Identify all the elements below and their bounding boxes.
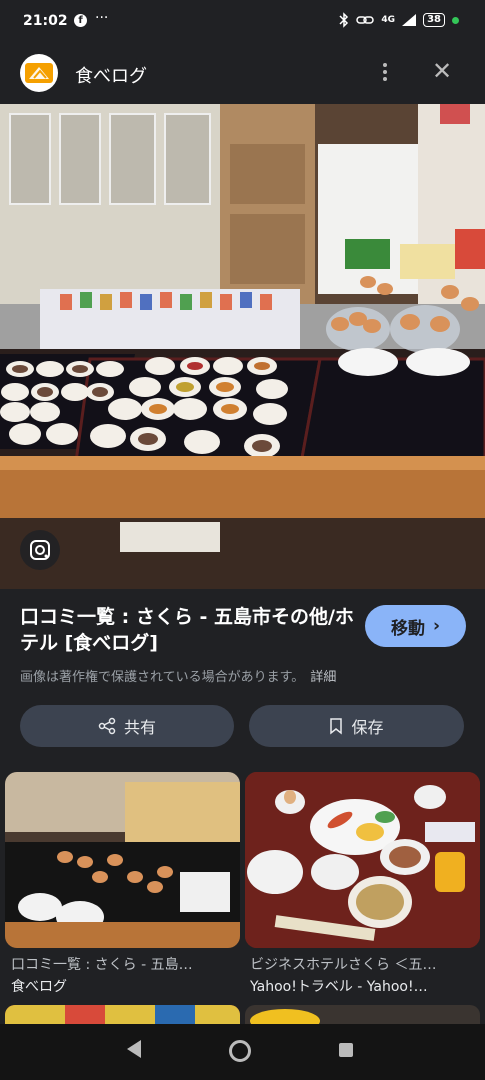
related-title-2[interactable]: ビジネスホテルさくら ＜五… [250,954,475,974]
related-title-1[interactable]: 口コミ一覧 : さくら - 五島… [11,954,236,974]
details-link[interactable]: 詳細 [310,670,336,685]
share-label: 共有 [123,718,156,737]
related-source-1: 食べログ [11,979,67,995]
signal-icon [402,14,417,26]
back-icon[interactable] [127,1040,141,1058]
status-icons: 4G 38 [339,12,459,28]
bluetooth-icon [339,12,349,28]
share-icon [98,717,116,735]
copyright-text: 画像は著作権で保護されている場合があります。 [20,670,305,685]
share-button[interactable]: 共有 [20,705,234,747]
bookmark-icon [330,718,343,735]
privacy-dot [452,16,459,24]
related-image-3[interactable] [5,1005,240,1025]
battery-icon: 38 [423,13,445,27]
result-title[interactable]: 口コミ一覧 : さくら - 五島市その他/ホテル [食べログ] [20,604,360,656]
site-title: 食べログ [75,66,147,87]
recent-apps-icon[interactable] [339,1043,353,1057]
close-icon[interactable]: ✕ [430,59,454,84]
related-image-1[interactable] [5,772,240,948]
copyright-notice: 画像は著作権で保護されている場合があります。 詳細 [20,666,336,685]
system-nav-bar [0,1024,485,1080]
site-logo [20,54,58,92]
related-image-2[interactable] [245,772,480,948]
status-more: ··· [95,10,109,26]
related-source-2: Yahoo!トラベル - Yahoo!… [250,979,428,995]
app-header: 食べログ ✕ [0,44,485,102]
link-icon [356,16,375,24]
google-lens-icon[interactable] [20,530,60,570]
chevron-right-icon: › [432,616,440,636]
status-bar: 21:02 f ··· 4G 38 [0,0,485,44]
more-options-icon[interactable] [376,60,394,84]
visit-button[interactable]: 移動 › [365,605,466,647]
main-image[interactable] [0,104,485,589]
save-button[interactable]: 保存 [249,705,464,747]
facebook-icon: f [74,14,87,27]
network-indicator: 4G [381,15,396,25]
visit-label: 移動 [390,618,425,639]
status-time: 21:02 [23,13,68,29]
home-icon[interactable] [229,1040,251,1062]
save-label: 保存 [351,718,384,737]
related-image-4[interactable] [245,1005,480,1025]
